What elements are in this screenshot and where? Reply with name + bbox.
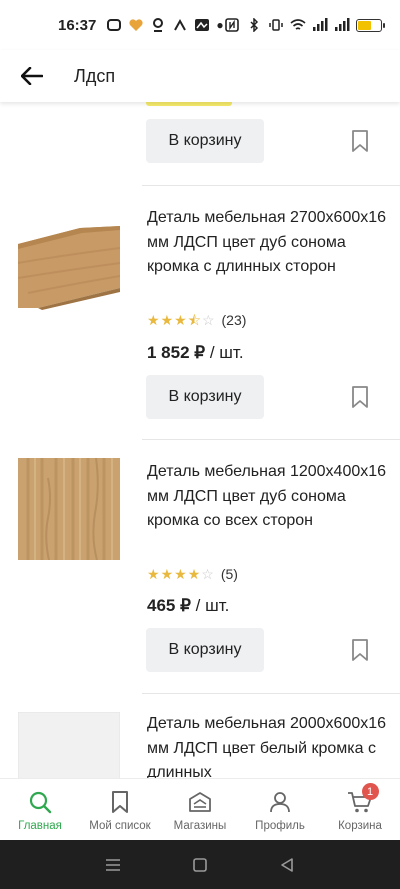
wifi-icon	[290, 19, 306, 30]
star-empty-icon: ☆	[201, 566, 214, 582]
menu-icon	[106, 858, 121, 871]
product-image[interactable]	[18, 458, 120, 560]
system-back-button[interactable]	[272, 850, 302, 880]
bookmark-icon[interactable]	[350, 638, 370, 662]
nav-cart[interactable]: 1 Корзина	[320, 779, 400, 840]
bookmark-icon[interactable]	[350, 385, 370, 409]
price-value: 465 ₽	[147, 596, 191, 615]
product-actions: В корзину	[146, 119, 400, 163]
app-header: Лдсп	[0, 50, 400, 102]
status-bar: 16:37 ●	[0, 0, 400, 50]
more-notifications-dot: ●	[216, 18, 224, 32]
nav-home[interactable]: Главная	[0, 779, 80, 840]
arrow-left-icon	[21, 67, 43, 85]
battery-icon	[356, 18, 385, 32]
nav-profile[interactable]: Профиль	[240, 779, 320, 840]
star-half-icon: ⯪	[187, 312, 201, 328]
bookmark-icon	[107, 789, 133, 815]
recent-apps-button[interactable]	[98, 850, 128, 880]
sport-app-icon	[174, 18, 187, 31]
star-icon: ★	[174, 312, 187, 328]
star-icon: ★	[187, 566, 201, 582]
system-navigation-bar	[0, 840, 400, 889]
status-notification-icons: ●	[106, 18, 224, 32]
nav-label: Профиль	[255, 820, 305, 832]
nav-stores[interactable]: Магазины	[160, 779, 240, 840]
product-name[interactable]: Деталь мебельная 1200x400x16 мм ЛДСП цве…	[147, 460, 387, 534]
bluetooth-icon	[250, 18, 259, 32]
page-title: Лдсп	[74, 65, 116, 86]
back-button[interactable]	[0, 50, 64, 102]
home-button[interactable]	[185, 850, 215, 880]
list-item[interactable]: Деталь мебельная 2000x600x16 мм ЛДСП цве…	[0, 694, 400, 778]
store-icon	[187, 789, 213, 815]
nfc-icon	[225, 18, 239, 32]
gallery-app-icon	[195, 19, 210, 31]
signal-icon	[313, 18, 328, 31]
wood-plank-image	[18, 208, 120, 310]
wood-texture-image	[18, 458, 120, 560]
product-name[interactable]: Деталь мебельная 2000x600x16 мм ЛДСП цве…	[147, 712, 387, 778]
promo-strip	[146, 102, 232, 106]
product-price: 465 ₽ / шт.	[147, 596, 229, 616]
product-price: 1 852 ₽ / шт.	[147, 343, 244, 363]
price-unit: / шт.	[209, 343, 244, 362]
rating-count: (23)	[221, 312, 247, 328]
nav-label: Корзина	[338, 820, 382, 832]
product-actions: В корзину	[146, 628, 400, 672]
star-empty-icon: ☆	[201, 312, 215, 328]
nav-label: Главная	[18, 820, 62, 832]
bottom-navigation: Главная Мой список Магазины Профиль 1 Ко…	[0, 778, 400, 840]
square-icon	[193, 857, 207, 872]
product-name[interactable]: Деталь мебельная 2700x600x16 мм ЛДСП цве…	[147, 206, 387, 280]
search-icon	[27, 789, 53, 815]
star-icon: ★	[160, 312, 174, 328]
add-to-cart-button[interactable]: В корзину	[146, 628, 264, 672]
notification-app-icon	[107, 19, 122, 31]
user-icon	[267, 789, 293, 815]
product-image[interactable]	[18, 712, 120, 778]
add-to-cart-button[interactable]: В корзину	[146, 375, 264, 419]
nav-label: Магазины	[173, 820, 227, 832]
add-to-cart-button[interactable]: В корзину	[146, 119, 264, 163]
star-icon: ★	[147, 312, 160, 328]
white-panel-image	[18, 712, 120, 778]
product-image[interactable]	[18, 208, 120, 310]
star-icon: ★	[160, 566, 174, 582]
nav-my-list[interactable]: Мой список	[80, 779, 160, 840]
status-time: 16:37	[58, 16, 97, 34]
location-app-icon	[153, 18, 164, 32]
star-icon: ★	[174, 566, 187, 582]
list-item[interactable]: Деталь мебельная 1200x400x16 мм ЛДСП цве…	[0, 440, 400, 693]
bookmark-icon[interactable]	[350, 129, 370, 153]
status-system-icons	[224, 18, 385, 32]
cart-badge: 1	[361, 783, 379, 800]
product-rating: ★ ★ ★ ⯪ ☆ (23)	[147, 312, 246, 328]
vibrate-icon	[269, 19, 283, 31]
heart-app-icon	[129, 19, 143, 31]
nav-label: Мой список	[89, 820, 151, 832]
price-value: 1 852 ₽	[147, 343, 206, 362]
price-unit: / шт.	[195, 596, 230, 615]
list-item[interactable]: Деталь мебельная 2700x600x16 мм ЛДСП цве…	[0, 186, 400, 440]
product-rating: ★ ★ ★ ★ ☆ (5)	[147, 566, 238, 582]
triangle-back-icon	[280, 857, 293, 872]
product-actions: В корзину	[146, 375, 400, 419]
product-list[interactable]: В корзину Деталь мебельная 2700x600x16 м…	[0, 102, 400, 778]
signal-2-icon	[335, 18, 350, 31]
rating-count: (5)	[220, 566, 238, 582]
star-icon: ★	[147, 566, 160, 582]
